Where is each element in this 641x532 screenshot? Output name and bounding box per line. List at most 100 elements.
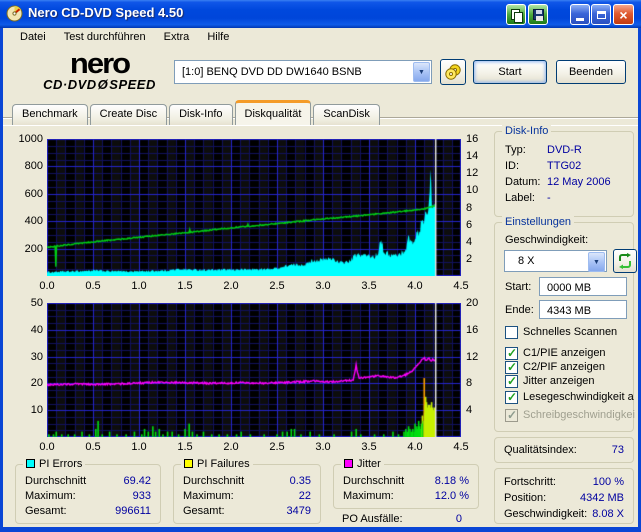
checkbox-icon (505, 374, 518, 388)
menu-test-durchfuehren[interactable]: Test durchführen (55, 29, 155, 46)
quit-button[interactable]: Beenden (556, 60, 626, 84)
x-axis-tick: 3.0 (315, 441, 331, 453)
menu-hilfe[interactable]: Hilfe (198, 29, 238, 46)
chevron-down-icon[interactable]: ▼ (588, 252, 605, 272)
floppy-disk-icon (532, 9, 544, 21)
quality-index-label: Qualitätsindex: (504, 444, 577, 456)
y-axis-right-tick: 20 (466, 297, 479, 309)
y-axis-right-tick: 6 (466, 218, 473, 231)
speed-dropdown[interactable]: 8 X ▼ (504, 250, 607, 272)
checkbox-schreibgeschwindigkeit[interactable]: Schreibgeschwindigkei (505, 408, 635, 422)
refresh-button[interactable] (613, 249, 637, 273)
disk-date-row: Datum: 12 May 2006 (505, 176, 611, 188)
x-axis-tick: 2.0 (223, 441, 239, 453)
drive-select-value: [1:0] BENQ DVD DD DW1640 BSNB (182, 66, 362, 78)
po-failures-value: 0 (455, 513, 462, 525)
y-axis-left-tick: 600 (24, 187, 43, 200)
y-axis-left-tick: 200 (24, 242, 43, 255)
y-axis-left-tick: 50 (30, 297, 43, 309)
y-axis-left-tick: 20 (30, 377, 43, 390)
nero-logo: nero CD·DVDØSPEED (27, 47, 172, 92)
chevron-down-icon[interactable]: ▼ (413, 62, 430, 82)
pi-errors-legend: PI Errors (23, 458, 86, 470)
checkbox-lesegeschwindigkeit[interactable]: Lesegeschwindigkeit a (505, 390, 634, 404)
y-axis-right-tick: 16 (466, 133, 479, 145)
title-bar: Nero CD-DVD Speed 4.50 × (0, 0, 641, 28)
y-axis-left-tick: 400 (24, 215, 43, 228)
disk-id-row: ID: TTG02 (505, 160, 582, 172)
x-axis-tick: 4.5 (453, 441, 469, 453)
minimize-button[interactable] (570, 4, 590, 25)
x-axis-tick: 2.5 (269, 441, 285, 453)
menu-bar: Datei Test durchführen Extra Hilfe (3, 28, 638, 47)
pif-total-row: Gesamt: 3479 (183, 505, 311, 517)
start-position-input[interactable] (539, 277, 627, 296)
tab-disk-info[interactable]: Disk-Info (169, 104, 233, 125)
x-axis-tick: 3.5 (361, 441, 377, 453)
checkbox-icon (505, 346, 518, 360)
copy-to-clipboard-button[interactable] (506, 4, 526, 25)
speed-value: 8 X (518, 255, 535, 267)
tab-benchmark[interactable]: Benchmark (12, 104, 88, 125)
progress-row: Fortschritt: 100 % (504, 476, 624, 488)
close-button[interactable]: × (613, 4, 634, 25)
position-row: Position: 4342 MB (504, 492, 624, 504)
window-content: Datei Test durchführen Extra Hilfe nero … (3, 28, 638, 527)
quality-index-value: 73 (611, 444, 624, 456)
jitter-stats-panel: Jitter Durchschnitt 8.18 % Maximum: 12.0 % (333, 458, 479, 509)
pi-errors-chart: 1000 800 600 400 200 16 14 12 10 8 6 4 2 0.0 0.5 1.0 1.5… (10, 128, 493, 295)
save-button[interactable] (528, 4, 548, 25)
x-axis-tick: 1.0 (131, 441, 147, 453)
checkbox-icon (505, 408, 518, 422)
disc-eject-icon (445, 64, 461, 80)
eject-button[interactable] (440, 59, 466, 85)
checkbox-jitter-anzeigen[interactable]: Jitter anzeigen (505, 374, 595, 388)
po-failures-label: PO Ausfälle: (342, 513, 403, 525)
y-axis-right-tick: 12 (466, 167, 479, 180)
y-axis-left-tick: 30 (30, 350, 43, 363)
pi-failures-plot (47, 303, 461, 437)
tab-create-disc[interactable]: Create Disc (89, 104, 168, 125)
x-axis-tick: 2.0 (223, 280, 239, 292)
speed-label: Geschwindigkeit: (505, 234, 589, 246)
drive-select-dropdown[interactable]: [1:0] BENQ DVD DD DW1640 BSNB ▼ (174, 60, 432, 84)
start-button[interactable]: Start (473, 60, 547, 84)
pi-errors-color-swatch (26, 459, 35, 468)
window-title: Nero CD-DVD Speed 4.50 (28, 5, 184, 20)
pie-max-row: Maximum: 933 (25, 490, 151, 502)
nero-logo-text: nero (69, 47, 131, 80)
end-position-input[interactable] (539, 300, 627, 319)
x-axis-tick: 0.0 (39, 280, 55, 292)
maximize-icon (596, 10, 606, 19)
settings-panel: Einstellungen Geschwindigkeit: 8 X ▼ Sta… (494, 216, 637, 432)
jitter-max-row: Maximum: 12.0 % (343, 490, 469, 502)
tab-diskqualitaet[interactable]: Diskqualität (234, 100, 312, 125)
pif-avg-row: Durchschnitt 0.35 (183, 475, 311, 487)
checkbox-icon (505, 360, 518, 374)
menu-datei[interactable]: Datei (11, 29, 55, 46)
speed-row: Geschwindigkeit: 8.08 X (504, 508, 624, 520)
end-position-label: Ende: (505, 304, 534, 316)
checkbox-c1-pie-anzeigen[interactable]: C1/PIE anzeigen (505, 346, 606, 360)
pie-avg-row: Durchschnitt 69.42 (25, 475, 151, 487)
x-axis-tick: 4.0 (407, 441, 423, 453)
y-axis-right-tick: 16 (466, 323, 479, 336)
jitter-avg-row: Durchschnitt 8.18 % (343, 475, 469, 487)
disk-type-row: Typ: DVD-R (505, 144, 582, 156)
maximize-button[interactable] (591, 4, 611, 25)
x-axis-tick: 0.5 (85, 280, 101, 292)
x-axis-tick: 4.0 (407, 280, 423, 292)
pie-total-row: Gesamt: 996611 (25, 505, 151, 517)
checkbox-c2-pif-anzeigen[interactable]: C2/PIF anzeigen (505, 360, 605, 374)
tab-scandisk[interactable]: ScanDisk (313, 104, 380, 125)
minimize-icon (576, 18, 584, 21)
y-axis-right-tick: 4 (466, 404, 473, 417)
x-axis-tick: 1.5 (177, 280, 193, 292)
x-axis-tick: 0.5 (85, 441, 101, 453)
y-axis-right-tick: 2 (466, 252, 473, 265)
x-axis-tick: 3.0 (315, 280, 331, 292)
checkbox-schnelles-scannen[interactable]: Schnelles Scannen (505, 325, 617, 339)
header: nero CD·DVDØSPEED [1:0] BENQ DVD DD DW16… (3, 47, 638, 119)
close-icon: × (619, 6, 628, 23)
menu-extra[interactable]: Extra (155, 29, 199, 46)
